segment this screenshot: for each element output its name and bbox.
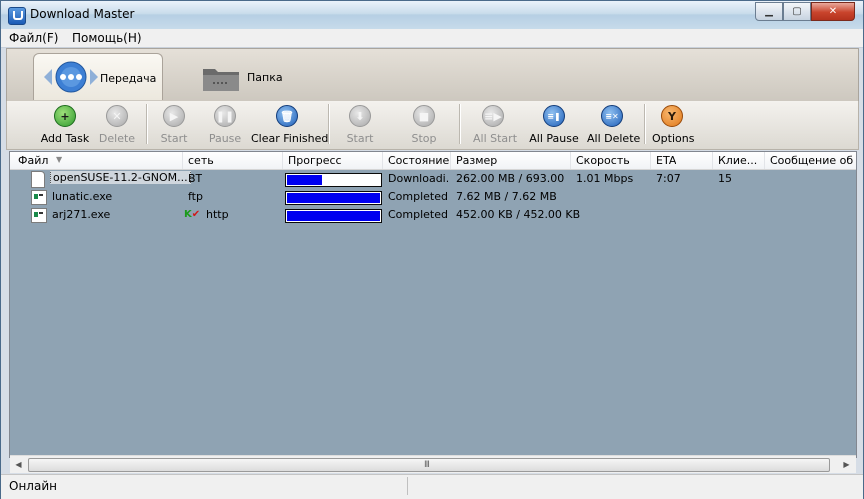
sort-arrow-icon: ▼: [56, 155, 63, 164]
http-status-icon: K✔: [184, 209, 201, 220]
column-eta[interactable]: ETA: [656, 154, 676, 167]
downloads-list[interactable]: Файл ▼ сеть Прогресс Состояние Размер Ск…: [9, 151, 857, 473]
network-type: ftp: [188, 190, 203, 203]
close-button[interactable]: ✕: [811, 2, 855, 21]
start-button[interactable]: ▶ Start: [157, 105, 191, 145]
file-name: openSUSE-11.2-GNOM...: [50, 171, 191, 184]
all-pause-icon: ≡❚: [543, 105, 565, 127]
list-header: Файл ▼ сеть Прогресс Состояние Размер Ск…: [10, 152, 856, 170]
transfer-globe-icon: [44, 61, 98, 93]
column-network[interactable]: сеть: [188, 154, 214, 167]
pause-icon: ❚❚: [214, 105, 236, 127]
download-status: Completed: [388, 208, 448, 221]
download-master-icon: [8, 7, 26, 25]
exe-file-icon: [31, 208, 47, 223]
stop-button[interactable]: ■ Stop: [407, 105, 441, 145]
download-status: Downloadi...: [388, 172, 448, 185]
window-title: Download Master: [30, 7, 135, 21]
toolbar: + Add Task ✕ Delete ▶ Start ❚❚ Pause 🗑 C…: [6, 101, 859, 150]
connection-status: Онлайн: [9, 479, 57, 493]
column-file[interactable]: Файл: [18, 154, 48, 167]
column-status[interactable]: Состояние: [388, 154, 449, 167]
options-icon: Y: [661, 105, 683, 127]
start-scheduled-icon: ⬇: [349, 105, 371, 127]
column-message[interactable]: Сообщение об ...: [770, 154, 854, 167]
menu-file[interactable]: Файл(F): [9, 31, 58, 45]
table-row[interactable]: lunatic.exe ftp Completed 7.62 MB / 7.62…: [10, 188, 856, 206]
download-size: 262.00 MB / 693.00 ...: [456, 172, 568, 185]
tab-transfer-label: Передача: [100, 72, 157, 85]
folder-icon: [203, 69, 239, 91]
all-delete-icon: ≡✕: [601, 105, 623, 127]
progress-bar: [285, 191, 382, 205]
menu-help[interactable]: Помощь(H): [72, 31, 142, 45]
stop-icon: ■: [413, 105, 435, 127]
column-clients[interactable]: Клие...: [718, 154, 760, 167]
scrollbar-thumb[interactable]: III: [28, 458, 830, 472]
table-row[interactable]: arj271.exe K✔ http Completed 452.00 KB /…: [10, 206, 856, 224]
tab-folder-label: Папка: [247, 71, 283, 84]
progress-bar: [285, 209, 382, 223]
minimize-button[interactable]: ▁: [755, 2, 783, 21]
all-start-icon: ≡▶: [482, 105, 504, 127]
file-name: lunatic.exe: [52, 190, 113, 203]
all-pause-button[interactable]: ≡❚ All Pause: [529, 105, 579, 145]
delete-icon: ✕: [106, 105, 128, 127]
title-bar[interactable]: Download Master ▁ ▢ ✕: [1, 1, 863, 29]
pause-button[interactable]: ❚❚ Pause: [205, 105, 245, 145]
table-row[interactable]: openSUSE-11.2-GNOM... BT Downloadi... 26…: [10, 170, 856, 188]
column-progress[interactable]: Прогресс: [288, 154, 342, 167]
download-size: 7.62 MB / 7.62 MB: [456, 190, 557, 203]
exe-file-icon: [31, 190, 47, 205]
trash-icon: 🗑: [276, 105, 298, 127]
file-icon: [31, 171, 45, 188]
network-type: BT: [188, 172, 203, 185]
all-delete-button[interactable]: ≡✕ All Delete: [587, 105, 640, 145]
all-start-button[interactable]: ≡▶ All Start: [473, 105, 517, 145]
scroll-right-icon[interactable]: ▶: [840, 458, 853, 471]
add-task-button[interactable]: + Add Task: [40, 105, 90, 145]
download-eta: 7:07: [656, 172, 681, 185]
column-size[interactable]: Размер: [456, 154, 497, 167]
clear-finished-button[interactable]: 🗑 Clear Finished: [251, 105, 328, 145]
start-icon: ▶: [163, 105, 185, 127]
tab-folder[interactable]: Папка: [167, 53, 283, 99]
app-window: Download Master ▁ ▢ ✕ Файл(F) Помощь(H) …: [0, 0, 864, 499]
download-size: 452.00 KB / 452.00 KB: [456, 208, 581, 221]
tab-bar: Передача Папка: [6, 48, 859, 102]
menu-bar: Файл(F) Помощь(H): [1, 29, 863, 48]
delete-button[interactable]: ✕ Delete: [97, 105, 137, 145]
maximize-button[interactable]: ▢: [783, 2, 811, 21]
progress-bar: [285, 173, 382, 187]
file-name: arj271.exe: [52, 208, 111, 221]
add-icon: +: [54, 105, 76, 127]
status-bar: Онлайн: [1, 474, 863, 499]
start-scheduled-button[interactable]: ⬇ Start: [343, 105, 377, 145]
network-type: http: [206, 208, 229, 221]
tab-transfer[interactable]: Передача: [33, 53, 163, 100]
download-clients: 15: [718, 172, 732, 185]
options-button[interactable]: Y Options: [652, 105, 694, 145]
column-speed[interactable]: Скорость: [576, 154, 630, 167]
scroll-left-icon[interactable]: ◀: [12, 458, 25, 471]
horizontal-scrollbar[interactable]: ◀ III ▶: [10, 455, 856, 473]
download-status: Completed: [388, 190, 448, 203]
download-speed: 1.01 Mbps: [576, 172, 634, 185]
